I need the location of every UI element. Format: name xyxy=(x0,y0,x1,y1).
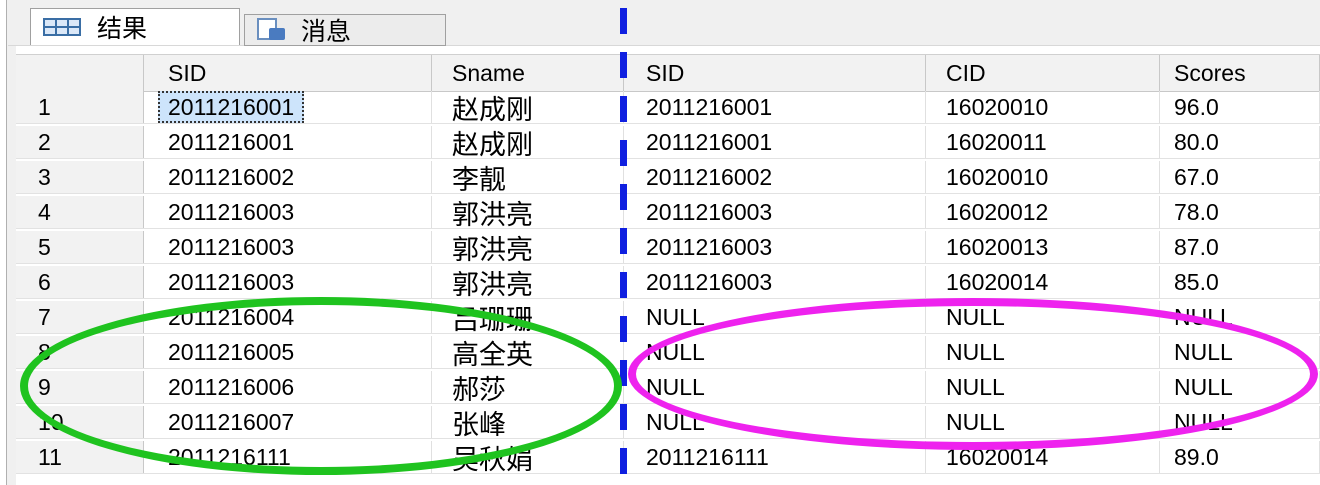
cell-sname[interactable]: 郭洪亮 xyxy=(432,231,624,263)
cell-sid[interactable]: 2011216003 xyxy=(144,266,432,298)
table-row[interactable]: 2 2011216001 赵成刚 2011216001 16020011 80.0 xyxy=(16,126,1320,159)
cell-sid-2[interactable]: 2011216002 xyxy=(624,161,926,193)
cell-sname[interactable]: 郭洪亮 xyxy=(432,196,624,228)
cell-scores[interactable]: 78.0 xyxy=(1160,196,1320,228)
cell-scores[interactable]: 80.0 xyxy=(1160,126,1320,158)
cell-sid-2[interactable]: 2011216001 xyxy=(624,126,926,158)
table-row[interactable]: 5 2011216003 郭洪亮 2011216003 16020013 87.0 xyxy=(16,231,1320,264)
tab-results[interactable]: 结果 xyxy=(30,8,240,45)
row-number[interactable]: 2 xyxy=(16,126,144,158)
cell-scores[interactable]: 96.0 xyxy=(1160,91,1320,123)
cell-sname[interactable]: 赵成刚 xyxy=(432,126,624,158)
cell-sid-2[interactable]: 2011216003 xyxy=(624,266,926,298)
cell-sname[interactable]: 郭洪亮 xyxy=(432,266,624,298)
column-header-sid-2[interactable]: SID xyxy=(624,55,926,91)
cell-sid-2[interactable]: 2011216003 xyxy=(624,231,926,263)
cell-sname[interactable]: 李靓 xyxy=(432,161,624,193)
cell-scores[interactable]: 89.0 xyxy=(1160,441,1320,473)
pane-left-border xyxy=(0,0,7,485)
row-number[interactable]: 6 xyxy=(16,266,144,298)
row-number[interactable]: 1 xyxy=(16,91,144,123)
results-grid-icon xyxy=(43,18,81,36)
messages-icon xyxy=(257,18,285,42)
tab-results-label: 结果 xyxy=(97,14,148,43)
column-header-cid[interactable]: CID xyxy=(926,55,1160,91)
cell-sname[interactable]: 赵成刚 xyxy=(432,91,624,123)
cell-cid[interactable]: 16020013 xyxy=(926,231,1160,263)
cell-sid-2[interactable]: 2011216003 xyxy=(624,196,926,228)
row-number[interactable]: 4 xyxy=(16,196,144,228)
cell-cid[interactable]: 16020010 xyxy=(926,161,1160,193)
result-tabs: 结果 消息 xyxy=(8,0,1320,46)
column-header-sname[interactable]: Sname xyxy=(432,55,624,91)
magenta-highlight-ellipse xyxy=(628,298,1318,450)
table-row[interactable]: 6 2011216003 郭洪亮 2011216003 16020014 85.0 xyxy=(16,266,1320,299)
row-number[interactable]: 3 xyxy=(16,161,144,193)
cell-sid[interactable]: 2011216003 xyxy=(144,196,432,228)
green-highlight-ellipse xyxy=(20,297,622,475)
column-header-scores[interactable]: Scores xyxy=(1160,55,1320,91)
cell-sid[interactable]: 2011216003 xyxy=(144,231,432,263)
cell-cid[interactable]: 16020014 xyxy=(926,266,1160,298)
table-row[interactable]: 3 2011216002 李靓 2011216002 16020010 67.0 xyxy=(16,161,1320,194)
cell-sid-2[interactable]: 2011216001 xyxy=(624,91,926,123)
cell-cid[interactable]: 16020010 xyxy=(926,91,1160,123)
cell-scores[interactable]: 67.0 xyxy=(1160,161,1320,193)
row-number-header[interactable] xyxy=(16,55,144,91)
tab-messages-label: 消息 xyxy=(301,17,352,46)
grid-header-row: SID Sname SID CID Scores xyxy=(16,54,1320,92)
table-row[interactable]: 4 2011216003 郭洪亮 2011216003 16020012 78.0 xyxy=(16,196,1320,229)
cell-scores[interactable]: 87.0 xyxy=(1160,231,1320,263)
cell-sid[interactable]: 2011216002 xyxy=(144,161,432,193)
cell-cid[interactable]: 16020011 xyxy=(926,126,1160,158)
table-row[interactable]: 1 2011216001 赵成刚 2011216001 16020010 96.0 xyxy=(16,91,1320,124)
dashed-divider-line xyxy=(620,8,627,485)
cell-sid[interactable]: 2011216001 xyxy=(144,126,432,158)
row-number[interactable]: 5 xyxy=(16,231,144,263)
cell-cid[interactable]: 16020012 xyxy=(926,196,1160,228)
column-header-sid[interactable]: SID xyxy=(144,55,432,91)
cell-scores[interactable]: 85.0 xyxy=(1160,266,1320,298)
tab-messages[interactable]: 消息 xyxy=(244,14,446,46)
cell-sid[interactable]: 2011216001 xyxy=(144,91,432,123)
results-pane: 结果 消息 SID Sname SID CID Scores 1 20112160… xyxy=(0,0,1320,485)
